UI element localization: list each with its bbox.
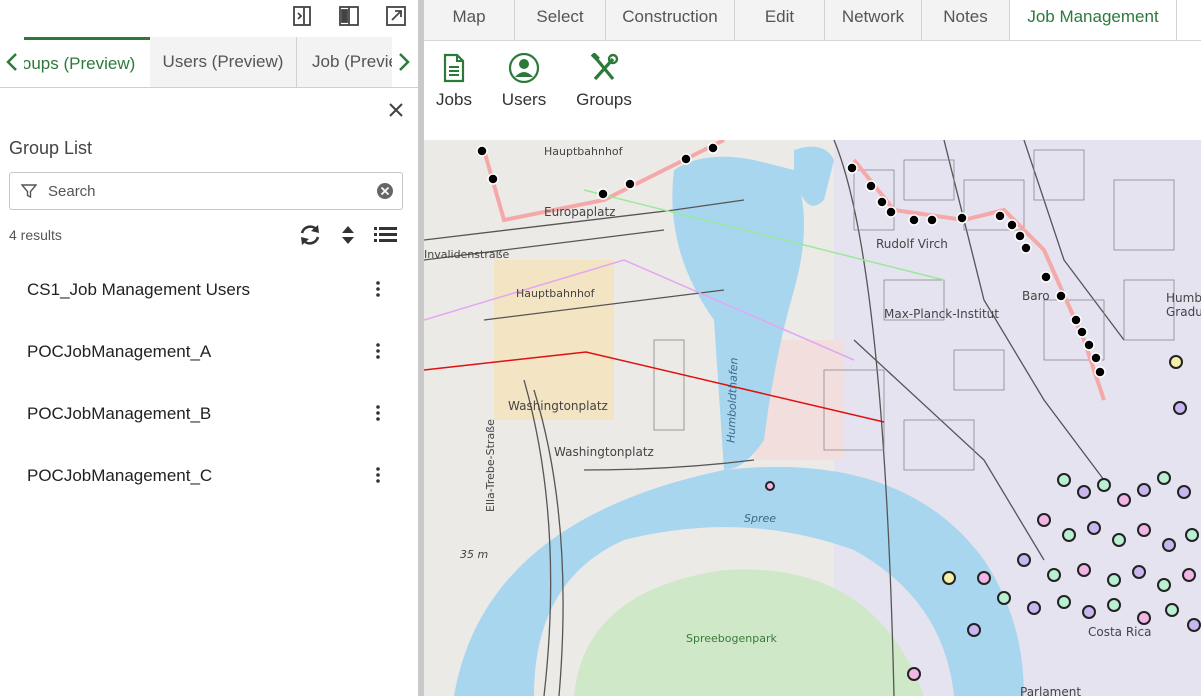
tabs-scroll-right-button[interactable] xyxy=(392,37,416,87)
panel-tabs: Groups (Preview) Users (Preview) Job (Pr… xyxy=(0,37,418,88)
close-panel-button[interactable] xyxy=(386,100,406,120)
ribbon: Jobs Users Groups xyxy=(424,41,1201,140)
group-panel: Groups (Preview) Users (Preview) Job (Pr… xyxy=(0,0,418,696)
groups-button[interactable]: Groups xyxy=(574,52,634,133)
svg-text:Baro: Baro xyxy=(1022,289,1050,303)
tabs-scroll-left-button[interactable] xyxy=(0,37,24,87)
more-options-icon[interactable] xyxy=(370,339,386,363)
svg-text:35 m: 35 m xyxy=(460,548,488,561)
tab-edit[interactable]: Edit xyxy=(735,0,825,40)
more-options-icon[interactable] xyxy=(370,401,386,425)
svg-text:Max-Planck-Institut: Max-Planck-Institut xyxy=(884,307,999,321)
svg-text:Spreebogenpark: Spreebogenpark xyxy=(686,632,777,645)
tab-job[interactable]: Job (Preview) xyxy=(297,37,393,87)
more-options-icon[interactable] xyxy=(370,463,386,487)
svg-text:Ella-Trebe-Straße: Ella-Trebe-Straße xyxy=(484,419,497,512)
svg-text:Costa Rica: Costa Rica xyxy=(1088,625,1151,639)
svg-text:Europaplatz: Europaplatz xyxy=(544,205,615,219)
group-list-title: Group List xyxy=(9,138,93,158)
jobs-button[interactable]: Jobs xyxy=(434,53,474,133)
group-row[interactable]: POCJobManagement_B xyxy=(0,389,418,439)
tab-network[interactable]: Network xyxy=(825,0,922,40)
search-box xyxy=(9,172,403,210)
svg-text:Rudolf Virch: Rudolf Virch xyxy=(876,237,948,251)
split-view-icon[interactable] xyxy=(337,4,361,28)
more-options-icon[interactable] xyxy=(370,277,386,301)
tab-select[interactable]: Select xyxy=(515,0,606,40)
group-name: POCJobManagement_C xyxy=(27,466,213,485)
document-icon xyxy=(443,53,465,83)
sort-button[interactable] xyxy=(336,222,362,248)
ribbon-tabs: Map Select Construction Edit Network Not… xyxy=(424,0,1201,41)
close-icon xyxy=(389,103,403,117)
search-input[interactable] xyxy=(46,173,370,209)
group-name: POCJobManagement_B xyxy=(27,404,212,423)
svg-text:Hauptbahnhof: Hauptbahnhof xyxy=(544,145,624,158)
svg-text:Hauptbahnhof: Hauptbahnhof xyxy=(516,287,596,300)
results-count: 4 results xyxy=(9,227,62,243)
tab-job-management[interactable]: Job Management xyxy=(1010,0,1177,40)
group-row[interactable]: POCJobManagement_A xyxy=(0,327,418,377)
tab-notes[interactable]: Notes xyxy=(922,0,1010,40)
map-view[interactable]: Hauptbahnhof Europaplatz Hauptbahnhof In… xyxy=(424,140,1201,696)
group-name: POCJobManagement_A xyxy=(27,342,212,361)
list-view-icon xyxy=(374,227,397,242)
svg-text:Washingtonplatz: Washingtonplatz xyxy=(554,445,654,459)
group-row[interactable]: CS1_Job Management Users xyxy=(0,265,418,315)
popout-icon[interactable] xyxy=(384,4,408,28)
users-button[interactable]: Users xyxy=(499,52,549,133)
refresh-button[interactable] xyxy=(297,222,323,248)
dock-left-icon[interactable] xyxy=(290,4,314,28)
group-row[interactable]: POCJobManagement_C xyxy=(0,451,418,501)
clear-search-icon[interactable] xyxy=(376,182,394,200)
station-area xyxy=(494,260,614,420)
svg-text:Spree: Spree xyxy=(744,512,776,525)
list-view-button[interactable] xyxy=(373,222,399,248)
sort-icon xyxy=(342,226,354,244)
user-icon xyxy=(508,52,540,84)
tab-construction[interactable]: Construction xyxy=(606,0,735,40)
svg-text:Graduate: Graduate xyxy=(1166,305,1201,319)
svg-text:Invalidenstraße: Invalidenstraße xyxy=(424,248,510,261)
tab-groups[interactable]: Groups (Preview) xyxy=(24,37,151,87)
svg-text:Washingtonplatz: Washingtonplatz xyxy=(508,399,608,413)
tab-map[interactable]: Map xyxy=(424,0,515,40)
svg-text:Humb: Humb xyxy=(1166,291,1201,305)
chevron-right-icon xyxy=(399,53,410,71)
main-area: Map Select Construction Edit Network Not… xyxy=(424,0,1201,696)
svg-text:Parlament: Parlament xyxy=(1020,685,1081,696)
refresh-icon xyxy=(300,225,320,245)
tab-users[interactable]: Users (Preview) xyxy=(150,37,297,87)
panel-window-controls xyxy=(0,0,418,34)
tools-icon xyxy=(590,52,619,81)
group-name: CS1_Job Management Users xyxy=(27,280,251,299)
chevron-left-icon xyxy=(6,53,17,71)
filter-icon xyxy=(21,184,37,199)
